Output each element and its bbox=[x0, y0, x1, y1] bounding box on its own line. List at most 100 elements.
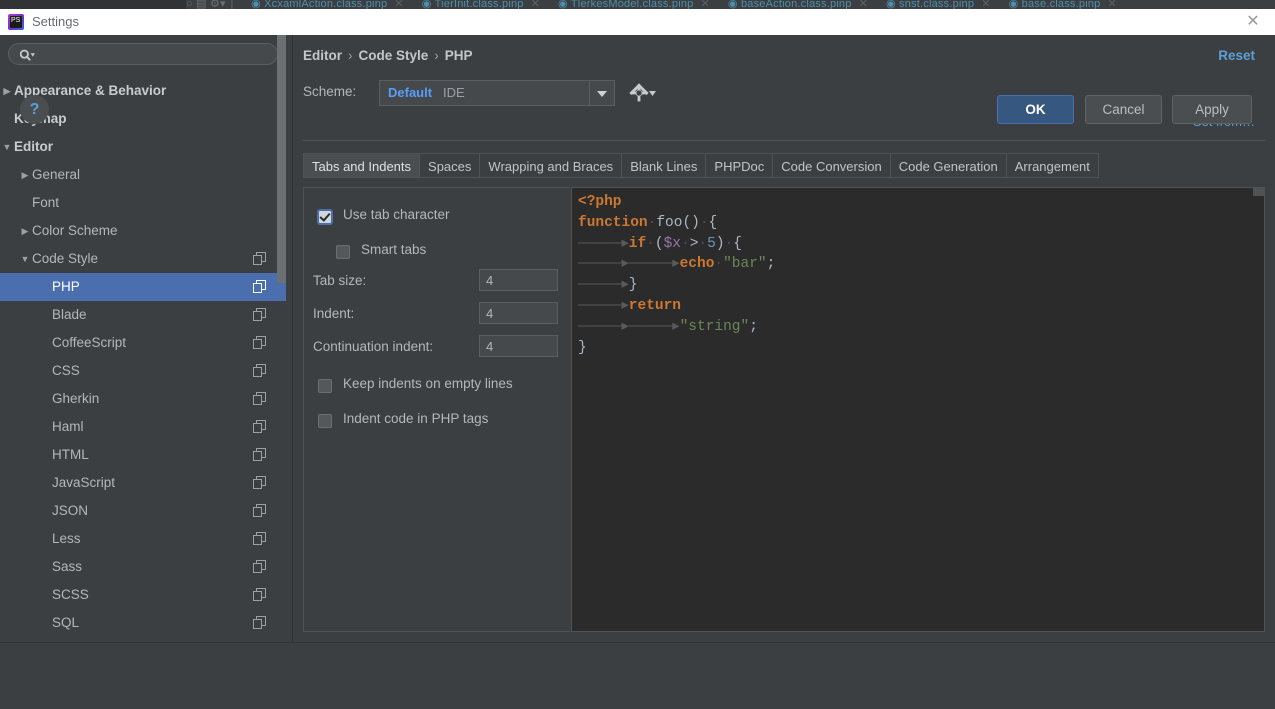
preview-scrollbar-track[interactable] bbox=[1253, 188, 1264, 631]
sidebar-item-javascript[interactable]: JavaScript bbox=[0, 469, 286, 497]
continuation-indent-label: Continuation indent: bbox=[313, 339, 434, 354]
code-line: —————▸—————▸"string"; bbox=[578, 318, 758, 335]
sidebar-item-label: Code Style bbox=[32, 251, 99, 266]
tab-arrangement[interactable]: Arrangement bbox=[1006, 153, 1099, 178]
background-editor-strip: ○ ▤ ⚙▾ │ ◉ XcxamlAction.class.pinp ✕ ◉ Tier… bbox=[0, 0, 1275, 9]
sidebar-item-code-style[interactable]: ▼ Code Style bbox=[0, 245, 286, 273]
copy-scheme-icon[interactable] bbox=[253, 588, 266, 601]
code-line: —————▸—————▸echo·"bar"; bbox=[578, 256, 776, 273]
divider bbox=[303, 140, 1265, 141]
chevron-right-icon[interactable]: ▶ bbox=[18, 161, 32, 189]
sidebar-item-sass[interactable]: Sass bbox=[0, 553, 286, 581]
copy-scheme-icon[interactable] bbox=[253, 560, 266, 573]
sidebar-item-blade[interactable]: Blade bbox=[0, 301, 286, 329]
breadcrumb-separator: › bbox=[434, 48, 439, 63]
settings-tree[interactable]: ▶Appearance & BehaviorKeymap▼Editor▶Gene… bbox=[0, 77, 286, 637]
copy-scheme-icon[interactable] bbox=[253, 364, 266, 377]
copy-scheme-icon[interactable] bbox=[253, 392, 266, 405]
continuation-indent-input[interactable] bbox=[479, 335, 558, 357]
breadcrumb-item[interactable]: Editor bbox=[303, 48, 342, 63]
copy-scheme-icon[interactable] bbox=[253, 532, 266, 545]
keep-indents-checkbox[interactable] bbox=[318, 379, 332, 393]
sidebar-item-label: JavaScript bbox=[52, 475, 116, 490]
tab-blank-lines[interactable]: Blank Lines bbox=[622, 153, 707, 178]
copy-scheme-icon[interactable] bbox=[253, 616, 266, 629]
tab-size-input[interactable] bbox=[479, 269, 558, 291]
copy-scheme-icon[interactable] bbox=[253, 476, 266, 489]
sidebar-item-css[interactable]: CSS bbox=[0, 357, 286, 385]
sidebar-item-haml[interactable]: Haml bbox=[0, 413, 286, 441]
indent-input[interactable] bbox=[479, 302, 558, 324]
sidebar-item-json[interactable]: JSON bbox=[0, 497, 286, 525]
smart-tabs-checkbox[interactable] bbox=[336, 245, 350, 259]
ok-button[interactable]: OK bbox=[997, 95, 1074, 124]
sidebar-item-label: CSS bbox=[52, 363, 80, 378]
sidebar-item-label: Haml bbox=[52, 419, 84, 434]
sidebar-item-html[interactable]: HTML bbox=[0, 441, 286, 469]
tab-wrapping-and-braces[interactable]: Wrapping and Braces bbox=[480, 153, 623, 178]
sidebar-item-editor[interactable]: ▼ Editor bbox=[0, 133, 286, 161]
search-input[interactable] bbox=[41, 46, 273, 66]
tab-code-generation[interactable]: Code Generation bbox=[890, 153, 1007, 178]
sidebar-item-gherkin[interactable]: Gherkin bbox=[0, 385, 286, 413]
code-line: <?php bbox=[578, 194, 622, 210]
chevron-down-icon[interactable]: ▼ bbox=[18, 245, 32, 273]
scheme-scope: IDE bbox=[443, 85, 465, 100]
sidebar-item-general[interactable]: ▶ General bbox=[0, 161, 286, 189]
tab-size-label: Tab size: bbox=[313, 273, 367, 288]
gear-icon[interactable] bbox=[628, 82, 658, 104]
sidebar-item-sql[interactable]: SQL bbox=[0, 609, 286, 637]
chevron-down-icon[interactable] bbox=[589, 81, 614, 105]
sidebar-item-label: Color Scheme bbox=[32, 223, 118, 238]
close-icon[interactable]: ✕ bbox=[1239, 13, 1267, 31]
search-box[interactable] bbox=[8, 43, 278, 66]
sidebar-item-label: PHP bbox=[52, 279, 80, 294]
background-tab: ◉ snst.class.pinp ✕ bbox=[885, 0, 991, 9]
sidebar-item-coffeescript[interactable]: CoffeeScript bbox=[0, 329, 286, 357]
use-tab-character-checkbox[interactable] bbox=[318, 210, 332, 224]
copy-scheme-icon[interactable] bbox=[253, 336, 266, 349]
sidebar-item-color-scheme[interactable]: ▶ Color Scheme bbox=[0, 217, 286, 245]
background-tab: ◉ base.class.pinp ✕ bbox=[1008, 0, 1117, 9]
breadcrumb-item[interactable]: PHP bbox=[445, 48, 473, 63]
code-line: } bbox=[578, 339, 587, 356]
chevron-right-icon[interactable]: ▶ bbox=[0, 77, 14, 105]
sidebar-scrollbar-thumb[interactable] bbox=[277, 35, 286, 283]
code-preview[interactable]: <?php function·foo()·{—————▸if·($x·>·5)·{… bbox=[571, 187, 1265, 632]
tab-tabs-and-indents[interactable]: Tabs and Indents bbox=[303, 153, 421, 178]
sidebar-item-label: SCSS bbox=[52, 587, 89, 602]
breadcrumb-item[interactable]: Code Style bbox=[359, 48, 429, 63]
preview-scrollbar-thumb[interactable] bbox=[1253, 188, 1264, 196]
sidebar-item-less[interactable]: Less bbox=[0, 525, 286, 553]
sidebar-item-scss[interactable]: SCSS bbox=[0, 581, 286, 609]
background-tab: ◉ TierInit.class.pinp ✕ bbox=[421, 0, 541, 9]
scheme-combobox[interactable]: Default IDE bbox=[379, 80, 615, 106]
sidebar-item-label: CoffeeScript bbox=[52, 335, 127, 350]
indent-php-tags-checkbox[interactable] bbox=[318, 414, 332, 428]
copy-scheme-icon[interactable] bbox=[253, 252, 266, 265]
indent-php-tags-label: Indent code in PHP tags bbox=[343, 411, 489, 426]
sidebar-item-font[interactable]: Font bbox=[0, 189, 286, 217]
chevron-right-icon[interactable]: ▶ bbox=[18, 217, 32, 245]
sidebar-scrollbar-track[interactable] bbox=[277, 35, 289, 595]
copy-scheme-icon[interactable] bbox=[253, 308, 266, 321]
apply-button[interactable]: Apply bbox=[1172, 95, 1252, 124]
help-icon[interactable]: ? bbox=[20, 95, 49, 124]
reset-link[interactable]: Reset bbox=[1218, 48, 1255, 63]
sidebar-item-label: Editor bbox=[14, 139, 53, 154]
cancel-button[interactable]: Cancel bbox=[1085, 95, 1162, 124]
sidebar-item-php[interactable]: PHP bbox=[0, 273, 286, 301]
tab-spaces[interactable]: Spaces bbox=[420, 153, 481, 178]
copy-scheme-icon[interactable] bbox=[253, 448, 266, 461]
smart-tabs-label: Smart tabs bbox=[361, 242, 427, 257]
code-style-tabbar[interactable]: Tabs and Indents Spaces Wrapping and Brace… bbox=[303, 153, 1265, 180]
use-tab-character-label: Use tab character bbox=[343, 207, 450, 222]
copy-scheme-icon[interactable] bbox=[253, 504, 266, 517]
tabs-and-indents-pane: Use tab character Smart tabs Tab size: I… bbox=[303, 187, 570, 632]
chevron-down-icon[interactable]: ▼ bbox=[0, 133, 14, 161]
copy-scheme-icon[interactable] bbox=[253, 420, 266, 433]
sidebar-item-label: Font bbox=[32, 195, 60, 210]
tab-phpdoc[interactable]: PHPDoc bbox=[706, 153, 774, 178]
tab-code-conversion[interactable]: Code Conversion bbox=[773, 153, 891, 178]
copy-scheme-icon[interactable] bbox=[253, 280, 266, 293]
